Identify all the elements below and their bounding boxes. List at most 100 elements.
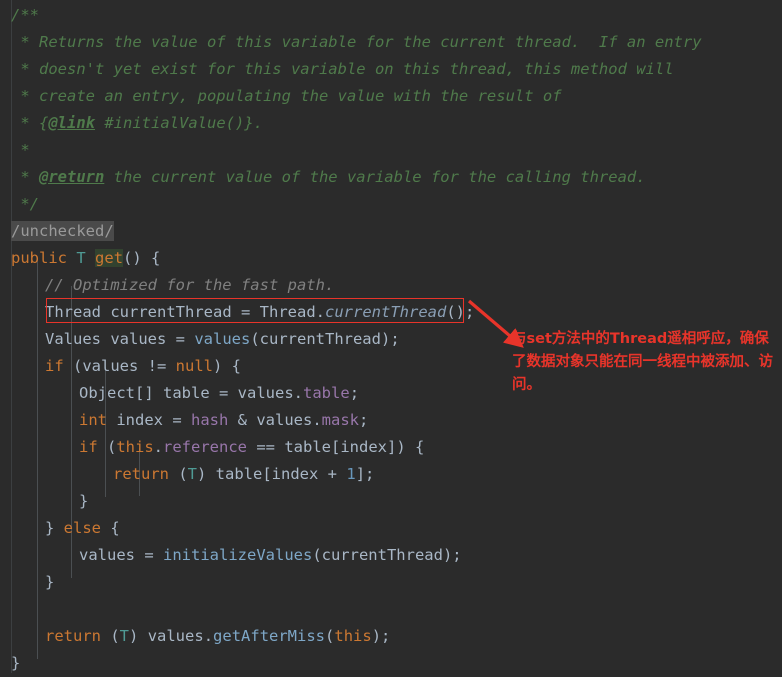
code-token: * { bbox=[11, 114, 49, 132]
code-token: () { bbox=[123, 249, 161, 267]
code-token: ) bbox=[371, 627, 382, 645]
code-token: } bbox=[11, 654, 21, 672]
code-editor-canvas[interactable]: /** * Returns the value of this variable… bbox=[0, 0, 782, 673]
code-token: * create an entry, populating the value … bbox=[11, 87, 562, 105]
code-token: . bbox=[315, 303, 325, 321]
code-line[interactable]: } else { bbox=[45, 515, 120, 542]
code-token: getAfterMiss bbox=[213, 627, 326, 645]
code-token: ; bbox=[452, 546, 462, 564]
code-token: ; bbox=[349, 384, 360, 402]
code-token: ) table[index bbox=[197, 465, 328, 483]
code-token: = bbox=[144, 546, 163, 564]
code-token: Thread bbox=[45, 303, 101, 321]
code-token: values bbox=[101, 330, 176, 348]
code-token: */ bbox=[11, 195, 39, 213]
code-line[interactable]: // Optimized for the fast path. bbox=[45, 272, 334, 299]
code-token: ( bbox=[325, 627, 335, 645]
code-token: . bbox=[203, 627, 214, 645]
code-token: (currentThread) bbox=[250, 330, 391, 348]
code-token: T bbox=[119, 627, 130, 645]
code-token: { bbox=[405, 438, 425, 456]
code-line[interactable]: */ bbox=[11, 191, 39, 218]
code-line[interactable]: * create an entry, populating the value … bbox=[11, 83, 562, 110]
code-token: * doesn't yet exist for this variable on… bbox=[11, 60, 674, 78]
code-token: get bbox=[95, 249, 124, 267]
code-token: } bbox=[45, 519, 64, 537]
code-line[interactable]: * @return the current value of the varia… bbox=[11, 164, 646, 191]
code-token: T bbox=[76, 249, 86, 267]
code-line[interactable]: Values values = values(currentThread); bbox=[45, 326, 400, 353]
code-token: public bbox=[11, 249, 67, 267]
code-token: currentThread bbox=[325, 303, 447, 321]
code-token: ; bbox=[365, 465, 375, 483]
code-token: * Returns the value of this variable for… bbox=[11, 33, 702, 51]
code-token: (currentThread) bbox=[312, 546, 453, 564]
code-line[interactable]: * doesn't yet exist for this variable on… bbox=[11, 56, 674, 83]
code-line[interactable]: int index = hash & values.mask; bbox=[79, 407, 368, 434]
code-token: . bbox=[293, 384, 304, 402]
code-line[interactable]: return (T) table[index + 1]; bbox=[113, 461, 374, 488]
code-line[interactable]: /** bbox=[11, 2, 39, 29]
code-token: != bbox=[147, 357, 176, 375]
code-token: ; bbox=[390, 330, 400, 348]
code-token: } bbox=[45, 573, 55, 591]
code-token: if bbox=[79, 438, 98, 456]
code-token: if bbox=[45, 357, 64, 375]
code-token: values bbox=[237, 384, 294, 402]
code-token: table[index]) bbox=[284, 438, 406, 456]
code-token: ; bbox=[359, 411, 369, 429]
code-token: [] table bbox=[135, 384, 219, 402]
code-line[interactable]: * {@link #initialValue()}. bbox=[11, 110, 263, 137]
code-token: ; bbox=[381, 627, 391, 645]
code-token: . bbox=[312, 411, 322, 429]
code-token: == bbox=[247, 438, 285, 456]
code-line[interactable]: } bbox=[45, 569, 54, 596]
code-token: // Optimized for the fast path. bbox=[45, 276, 335, 294]
code-token: /** bbox=[11, 6, 39, 24]
code-token: = bbox=[172, 411, 191, 429]
code-token: mask bbox=[321, 411, 359, 429]
code-token: hash bbox=[191, 411, 229, 429]
code-token: return bbox=[113, 465, 169, 483]
code-token: values bbox=[194, 330, 251, 348]
code-token: ; bbox=[465, 303, 475, 321]
code-token: /unchecked/ bbox=[11, 221, 114, 241]
code-line[interactable]: /unchecked/ bbox=[11, 218, 114, 245]
code-token: this bbox=[334, 627, 372, 645]
code-line[interactable]: * bbox=[11, 137, 30, 164]
code-token: (values bbox=[63, 357, 148, 375]
code-token: = bbox=[175, 330, 195, 348]
code-line[interactable]: Object[] table = values.table; bbox=[79, 380, 359, 407]
code-token: initializeValues bbox=[163, 546, 313, 564]
code-token: currentThread bbox=[101, 303, 241, 321]
code-token: null bbox=[175, 357, 213, 375]
code-token: values bbox=[147, 627, 204, 645]
code-line[interactable]: values = initializeValues(currentThread)… bbox=[79, 542, 462, 569]
code-line[interactable]: public T get() { bbox=[11, 245, 160, 272]
code-line[interactable]: if (values != null) { bbox=[45, 353, 241, 380]
code-token: = bbox=[219, 384, 238, 402]
code-token: ) { bbox=[213, 357, 241, 375]
code-token: Object bbox=[79, 384, 135, 402]
code-token: ( bbox=[97, 438, 117, 456]
code-token: this bbox=[116, 438, 154, 456]
code-line[interactable]: * Returns the value of this variable for… bbox=[11, 29, 702, 56]
code-token: () bbox=[446, 303, 465, 321]
code-line[interactable]: return (T) values.getAfterMiss(this); bbox=[45, 623, 390, 650]
code-token: = bbox=[240, 303, 260, 321]
code-token: @link bbox=[48, 114, 95, 132]
code-token: * bbox=[11, 168, 39, 186]
code-token: . bbox=[153, 438, 164, 456]
code-token: * bbox=[11, 141, 30, 159]
code-token: @return bbox=[39, 168, 105, 186]
code-token: the current value of the variable for th… bbox=[104, 168, 646, 186]
code-line[interactable]: } bbox=[79, 488, 88, 515]
code-token: values bbox=[256, 411, 313, 429]
code-token: } bbox=[79, 492, 89, 510]
code-token: { bbox=[101, 519, 120, 537]
code-line[interactable]: Thread currentThread = Thread.currentThr… bbox=[45, 299, 474, 326]
code-token: return bbox=[45, 627, 101, 645]
code-line[interactable]: if (this.reference == table[index]) { bbox=[79, 434, 424, 461]
